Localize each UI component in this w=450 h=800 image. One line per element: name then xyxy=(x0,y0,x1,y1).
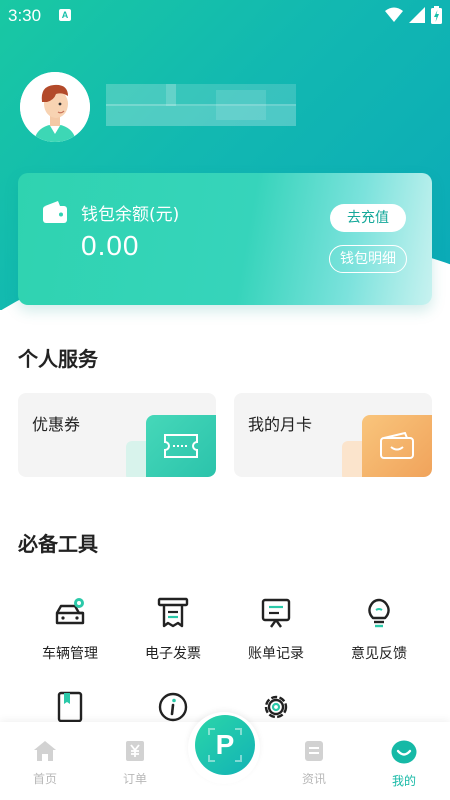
signal-icon xyxy=(409,7,425,23)
wallet-icon xyxy=(43,201,67,223)
coupon-card[interactable]: 优惠券 xyxy=(18,393,216,477)
e-invoice-tool[interactable]: 电子发票 xyxy=(123,596,223,663)
car-icon xyxy=(55,598,85,625)
wallet-detail-button[interactable]: 钱包明细 xyxy=(329,245,407,273)
coupon-label: 优惠券 xyxy=(32,415,81,434)
nav-news-label: 资讯 xyxy=(301,772,326,786)
parking-letter: P xyxy=(215,729,235,760)
lightbulb-icon xyxy=(368,598,390,628)
wallet-balance-amount: 0.00 xyxy=(81,230,140,261)
wifi-icon xyxy=(385,7,403,22)
tools-title: 必备工具 xyxy=(18,532,98,556)
status-bar: 3:30 A xyxy=(0,0,450,32)
user-name-blurred xyxy=(106,84,296,128)
nav-profile-label: 我的 xyxy=(391,774,416,788)
coupon-icon-box xyxy=(146,415,216,477)
parking-center-button[interactable]: P xyxy=(188,712,260,784)
monthly-card-label: 我的月卡 xyxy=(248,415,313,434)
personal-services-title: 个人服务 xyxy=(18,347,98,371)
wallet-balance-label: 钱包余额(元) xyxy=(81,205,180,225)
home-icon xyxy=(34,741,56,761)
monthly-card-card[interactable]: 我的月卡 xyxy=(234,393,432,477)
monthly-card-icon-box xyxy=(362,415,432,477)
profile-icon xyxy=(391,740,417,764)
feedback-label: 意见反馈 xyxy=(351,646,407,662)
nav-home[interactable]: 首页 xyxy=(15,740,75,787)
parking-icon: P xyxy=(195,715,255,775)
bill-records-label: 账单记录 xyxy=(248,646,304,662)
status-icons xyxy=(385,6,442,24)
info-icon xyxy=(158,692,188,722)
wallet-card[interactable]: 钱包余额(元) 0.00 去充值 钱包明细 xyxy=(18,173,432,305)
vehicle-management-label: 车辆管理 xyxy=(42,646,98,662)
nav-home-label: 首页 xyxy=(32,772,57,786)
card-icon xyxy=(380,432,414,459)
status-indicator-icon: A xyxy=(59,9,71,21)
nav-profile[interactable]: 我的 xyxy=(374,740,434,789)
avatar[interactable] xyxy=(20,72,90,142)
user-avatar-icon xyxy=(20,72,90,142)
recharge-button[interactable]: 去充值 xyxy=(330,204,406,232)
book-icon xyxy=(57,691,83,723)
news-icon xyxy=(305,741,323,761)
nav-news[interactable]: 资讯 xyxy=(284,740,344,787)
e-invoice-label: 电子发票 xyxy=(145,646,201,662)
ticket-icon xyxy=(164,434,198,458)
nav-orders[interactable]: 订单 xyxy=(105,740,165,787)
nav-orders-label: 订单 xyxy=(122,772,147,786)
vehicle-management-tool[interactable]: 车辆管理 xyxy=(20,596,120,663)
settings-icon xyxy=(264,695,288,719)
receipt-icon xyxy=(157,597,189,628)
battery-icon xyxy=(431,6,442,24)
status-time: 3:30 xyxy=(8,6,42,25)
feedback-tool[interactable]: 意见反馈 xyxy=(329,596,429,663)
order-icon xyxy=(126,741,144,761)
bill-icon xyxy=(261,598,291,628)
bill-records-tool[interactable]: 账单记录 xyxy=(226,596,326,663)
